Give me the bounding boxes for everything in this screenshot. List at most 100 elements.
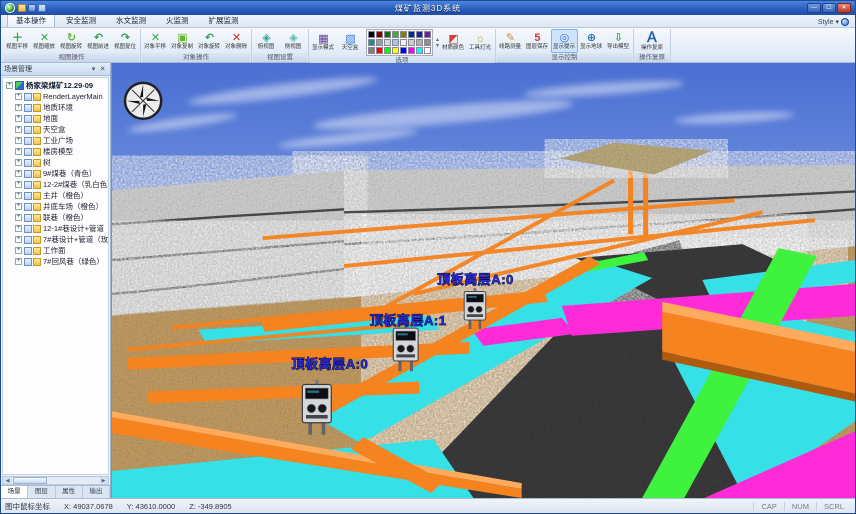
visibility-icon[interactable] — [24, 104, 32, 112]
tree-item[interactable]: 联巷（橙色） — [5, 212, 108, 223]
expand-icon[interactable] — [15, 148, 22, 155]
minimize-button[interactable]: — — [807, 3, 821, 13]
ribbon-button[interactable]: ◈ 俯视图 — [253, 29, 280, 53]
tree-item[interactable]: 井底车场（橙色） — [5, 201, 108, 212]
expand-icon[interactable] — [15, 93, 22, 100]
tab-fire-monitoring[interactable]: 火监测 — [157, 13, 198, 27]
palette-color-swatch[interactable] — [408, 31, 415, 38]
palette-color-swatch[interactable] — [400, 39, 407, 46]
expand-icon[interactable] — [15, 236, 22, 243]
ribbon-button[interactable]: ↻ 视图旋转 — [58, 29, 85, 53]
palette-color-swatch[interactable] — [384, 39, 391, 46]
title-bar[interactable]: 煤矿监测3D系统 — ☐ ✕ — [1, 1, 855, 15]
ribbon-button[interactable]: ◎ 显示提示 — [551, 29, 578, 53]
tree-hscrollbar[interactable]: ◀ ▶ — [2, 476, 109, 485]
palette-color-swatch[interactable] — [376, 31, 383, 38]
ribbon-button[interactable]: ↷ 视图复位 — [112, 29, 139, 53]
palette-color-swatch[interactable] — [416, 31, 423, 38]
palette-color-swatch[interactable] — [368, 47, 375, 54]
tree-item[interactable]: 主井（橙色） — [5, 190, 108, 201]
expand-icon[interactable] — [15, 159, 22, 166]
panel-tab-properties[interactable]: 属性 — [56, 486, 83, 498]
tree-item[interactable]: 树 — [5, 157, 108, 168]
expand-icon[interactable] — [15, 258, 22, 265]
palette-color-swatch[interactable] — [400, 31, 407, 38]
palette-color-swatch[interactable] — [376, 47, 383, 54]
panel-tab-output[interactable]: 输出 — [83, 486, 110, 498]
palette-color-swatch[interactable] — [424, 39, 431, 46]
palette-color-swatch[interactable] — [424, 31, 431, 38]
scroll-right-icon[interactable]: ▶ — [99, 477, 108, 484]
visibility-icon[interactable] — [24, 192, 32, 200]
ribbon-button[interactable]: ↶ 对象旋转 — [196, 29, 223, 53]
expand-icon[interactable] — [15, 170, 22, 177]
help-icon[interactable] — [841, 18, 849, 26]
visibility-icon[interactable] — [24, 181, 32, 189]
visibility-icon[interactable] — [24, 93, 32, 101]
ribbon-button[interactable]: ▨ 天空盒 — [337, 29, 364, 56]
tab-extended-monitoring[interactable]: 扩展监测 — [200, 13, 248, 27]
ribbon-button[interactable]: ✕ 对象平移 — [142, 29, 169, 53]
maximize-button[interactable]: ☐ — [822, 3, 836, 13]
expand-icon[interactable] — [15, 181, 22, 188]
style-selector[interactable]: Style ▾ — [818, 18, 849, 27]
panel-tab-scene[interactable]: 场景 — [1, 486, 28, 498]
visibility-icon[interactable] — [24, 126, 32, 134]
panel-close-icon[interactable]: ✕ — [98, 65, 107, 73]
ribbon-button[interactable]: 5 图层保存 — [524, 29, 551, 53]
visibility-icon[interactable] — [24, 159, 32, 167]
tab-hydro-monitoring[interactable]: 水文监测 — [107, 13, 155, 27]
3d-viewport[interactable]: 顶板离层A:0 顶板离层A:1 顶板离层A:0 — [111, 63, 855, 498]
tree-root-item[interactable]: 杨家梁煤矿12.29-09 — [5, 80, 108, 91]
tree-item[interactable]: 地质环境 — [5, 102, 108, 113]
tree-item[interactable]: 地面 — [5, 113, 108, 124]
palette-color-swatch[interactable] — [392, 39, 399, 46]
palette-color-swatch[interactable] — [384, 47, 391, 54]
tree-item[interactable]: RenderLayerMain — [5, 91, 108, 102]
tab-basic-operations[interactable]: 基本操作 — [7, 13, 55, 27]
palette-color-swatch[interactable] — [384, 31, 391, 38]
visibility-icon[interactable] — [24, 115, 32, 123]
expand-icon[interactable] — [6, 82, 13, 89]
visibility-icon[interactable] — [24, 214, 32, 222]
expand-icon[interactable] — [15, 247, 22, 254]
palette-color-swatch[interactable] — [400, 47, 407, 54]
tree-item[interactable]: 9#煤巷（青色） — [5, 168, 108, 179]
ribbon-button[interactable]: ◩ 材质颜色 — [440, 29, 467, 56]
palette-color-swatch[interactable] — [392, 31, 399, 38]
visibility-icon[interactable] — [24, 247, 32, 255]
panel-tab-layers[interactable]: 图层 — [28, 486, 55, 498]
palette-color-swatch[interactable] — [368, 31, 375, 38]
ribbon-button[interactable]: ✕ 对象删除 — [223, 29, 250, 53]
ribbon-button[interactable]: ◈ 侧视图 — [280, 29, 307, 53]
visibility-icon[interactable] — [24, 170, 32, 178]
expand-icon[interactable] — [15, 214, 22, 221]
expand-icon[interactable] — [15, 203, 22, 210]
ribbon-button[interactable]: ⊕ 显示地球 — [578, 29, 605, 53]
palette-color-swatch[interactable] — [408, 39, 415, 46]
ribbon-button[interactable]: ＋ 视图平移 — [4, 29, 31, 53]
scrollbar-thumb[interactable] — [13, 477, 47, 484]
tree-item[interactable]: 工作面 — [5, 245, 108, 256]
tree-item[interactable]: 12-1#巷设计+管道（） — [5, 223, 108, 234]
expand-icon[interactable] — [15, 104, 22, 111]
close-button[interactable]: ✕ — [837, 3, 851, 13]
ribbon-button[interactable]: ▦ 显示模式 — [310, 29, 337, 56]
ribbon-button[interactable]: ↶ 视图前进 — [85, 29, 112, 53]
ribbon-button[interactable]: ⇩ 导出模型 — [605, 29, 632, 53]
visibility-icon[interactable] — [24, 225, 32, 233]
tree-item[interactable]: 7#巷设计+管道（玫红） — [5, 234, 108, 245]
visibility-icon[interactable] — [24, 203, 32, 211]
tree-item[interactable]: 工业广场 — [5, 135, 108, 146]
visibility-icon[interactable] — [24, 258, 32, 266]
ribbon-button[interactable]: Ａ 操作复原 — [635, 29, 669, 53]
tree-item[interactable]: 天空盒 — [5, 124, 108, 135]
expand-icon[interactable] — [15, 192, 22, 199]
tree-item[interactable]: 楼房模型 — [5, 146, 108, 157]
visibility-icon[interactable] — [24, 148, 32, 156]
visibility-icon[interactable] — [24, 137, 32, 145]
tree-item[interactable]: 7#回风巷（绿色） — [5, 256, 108, 267]
palette-color-swatch[interactable] — [416, 39, 423, 46]
expand-icon[interactable] — [15, 137, 22, 144]
expand-icon[interactable] — [15, 115, 22, 122]
